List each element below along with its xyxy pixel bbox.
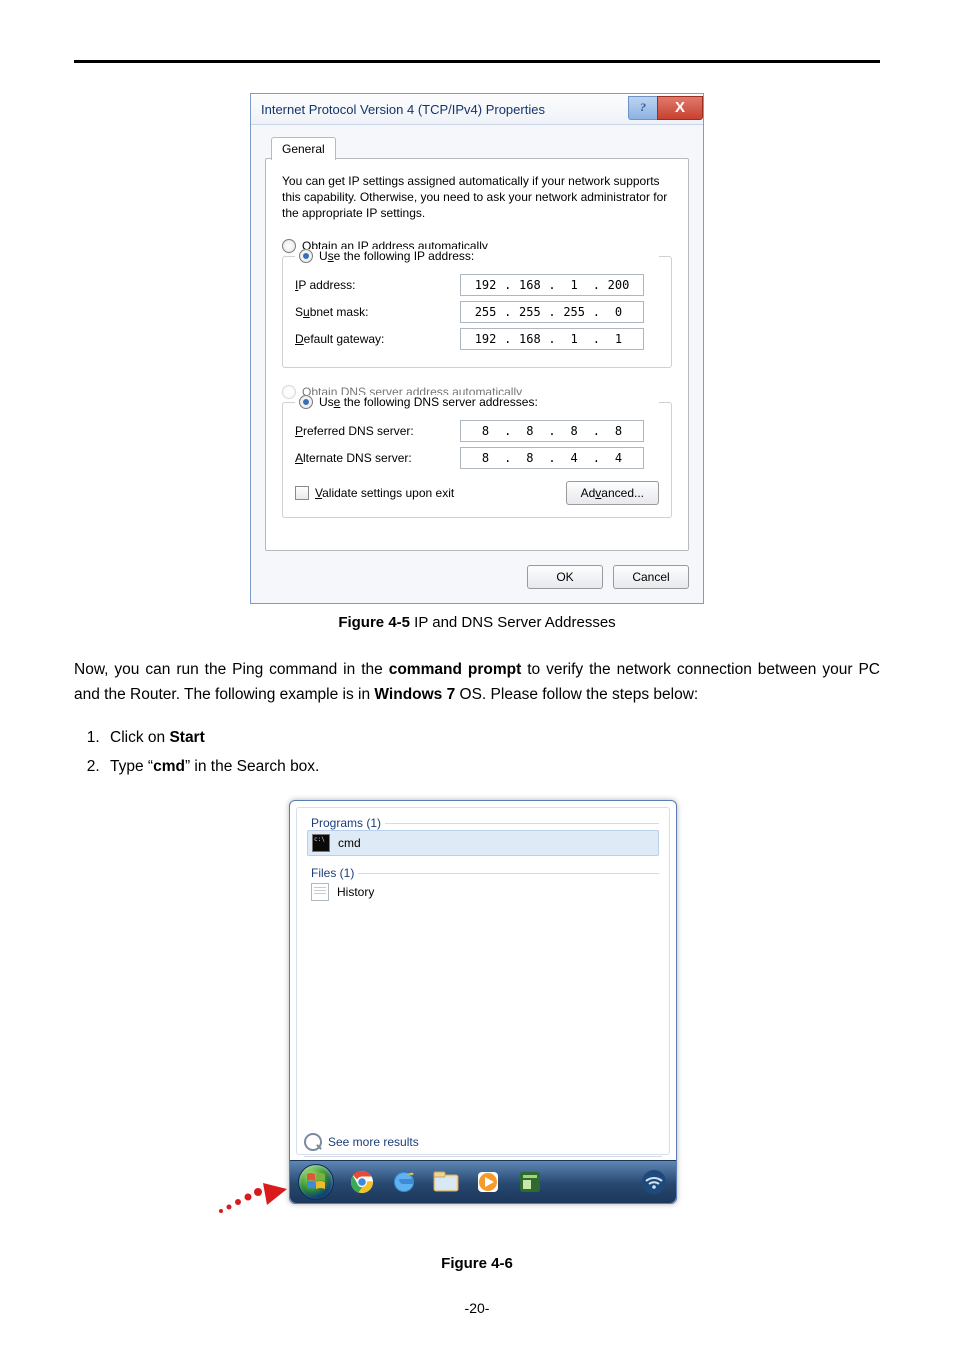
result-history[interactable]: History <box>307 880 659 904</box>
step-1: Click on Start <box>104 723 880 752</box>
search-icon <box>304 1133 322 1151</box>
figure-4-5-caption: Figure 4-5 IP and DNS Server Addresses <box>74 614 880 631</box>
taskbar-media-icon[interactable] <box>474 1168 502 1196</box>
close-button[interactable]: X <box>657 96 703 120</box>
validate-checkbox[interactable] <box>295 486 309 500</box>
alternate-dns-label: Alternate DNS server: <box>295 451 460 465</box>
taskbar-explorer-icon[interactable] <box>432 1168 460 1196</box>
preferred-dns-label: Preferred DNS server: <box>295 424 460 438</box>
preferred-dns-input[interactable]: 8.8.8.8 <box>460 420 644 442</box>
advanced-button[interactable]: Advanced... <box>566 481 659 505</box>
taskbar-ie-icon[interactable] <box>390 1168 418 1196</box>
windows-logo-icon <box>305 1171 327 1193</box>
subnet-mask-label: Subnet mask: <box>295 305 460 319</box>
help-icon: ? <box>640 100 646 115</box>
subnet-mask-input[interactable]: 255.255.255.0 <box>460 301 644 323</box>
result-cmd[interactable]: cmd <box>307 830 659 856</box>
ip-manual-group: Use the following IP address: IP address… <box>282 256 672 368</box>
ipv4-properties-dialog: Internet Protocol Version 4 (TCP/IPv4) P… <box>250 93 704 604</box>
see-more-results[interactable]: See more results <box>304 1133 419 1151</box>
radio-icon <box>282 385 296 399</box>
help-button[interactable]: ? <box>628 96 657 120</box>
cancel-button[interactable]: Cancel <box>613 565 689 589</box>
steps-list: Click on Start Type “cmd” in the Search … <box>74 723 880 782</box>
close-icon: X <box>675 99 685 116</box>
intro-text: You can get IP settings assigned automat… <box>282 173 672 222</box>
ok-button[interactable]: OK <box>527 565 603 589</box>
default-gateway-label: Default gateway: <box>295 332 460 346</box>
taskbar-chrome-icon[interactable] <box>348 1168 376 1196</box>
default-gateway-input[interactable]: 192.168.1.1 <box>460 328 644 350</box>
start-menu-screenshot: Programs (1) cmd Files (1) History <box>277 800 677 1245</box>
radio-dns-manual[interactable]: Use the following DNS server addresses: <box>295 395 659 409</box>
radio-icon <box>299 249 313 263</box>
alternate-dns-input[interactable]: 8.8.4.4 <box>460 447 644 469</box>
taskbar <box>290 1160 676 1203</box>
radio-icon <box>299 395 313 409</box>
validate-label: Validate settings upon exit <box>315 486 454 500</box>
document-icon <box>311 883 329 901</box>
programs-section: Programs (1) cmd <box>307 816 659 856</box>
tab-general[interactable]: General <box>271 137 336 160</box>
page-number: -20- <box>0 1300 954 1316</box>
radio-ip-manual[interactable]: Use the following IP address: <box>295 249 659 263</box>
ip-address-label: IP address: <box>295 278 460 292</box>
dialog-titlebar: Internet Protocol Version 4 (TCP/IPv4) P… <box>251 94 703 125</box>
files-section: Files (1) History <box>307 866 659 904</box>
pointer-arrow-icon <box>217 1175 287 1215</box>
body-paragraph: Now, you can run the Ping command in the… <box>74 657 880 708</box>
cmd-icon <box>312 834 330 852</box>
dialog-title: Internet Protocol Version 4 (TCP/IPv4) P… <box>261 102 545 117</box>
ip-address-input[interactable]: 192.168.1.200 <box>460 274 644 296</box>
radio-icon <box>282 239 296 253</box>
step-2: Type “cmd” in the Search box. <box>104 752 880 781</box>
taskbar-wifi-icon[interactable] <box>640 1168 668 1196</box>
start-orb[interactable] <box>298 1164 334 1200</box>
figure-4-6-caption: Figure 4-6 <box>74 1255 880 1272</box>
taskbar-app-icon[interactable] <box>516 1168 544 1196</box>
dns-manual-group: Use the following DNS server addresses: … <box>282 402 672 518</box>
